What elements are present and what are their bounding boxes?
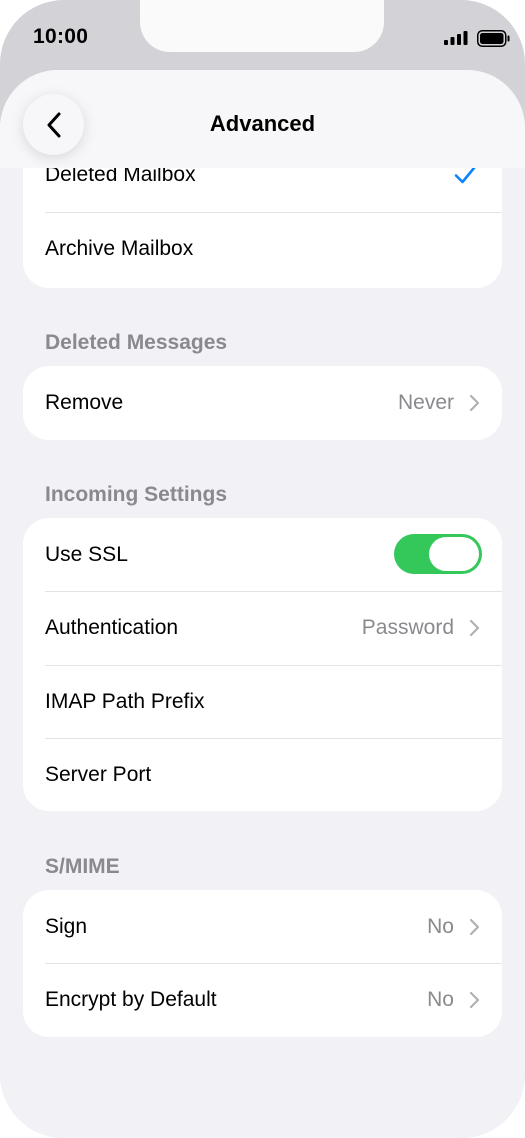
use-ssl-label: Use SSL [45, 543, 128, 566]
remove-value: Never [397, 391, 454, 414]
use-ssl-toggle[interactable] [394, 534, 482, 574]
encrypt-by-default-row[interactable]: Encrypt by Default No [23, 963, 502, 1037]
archive-mailbox-label: Archive Mailbox [45, 237, 194, 260]
smime-header: S/MIME [45, 855, 120, 878]
sign-value: No [427, 915, 454, 938]
server-port-row[interactable]: Server Port [23, 738, 502, 811]
deleted-messages-header: Deleted Messages [45, 331, 228, 354]
imap-path-prefix-label: IMAP Path Prefix [45, 690, 205, 713]
toggle-knob [429, 537, 479, 571]
authentication-row[interactable]: Authentication Password [23, 591, 502, 665]
remove-row[interactable]: Remove Never [23, 366, 502, 440]
settings-screen: Deleted Mailbox Archive Mailbox Deleted … [0, 70, 525, 1138]
encrypt-by-default-label: Encrypt by Default [45, 988, 217, 1011]
remove-label: Remove [45, 391, 124, 414]
device-frame: 10:00 Deleted Mailbox Archive Mailbox De… [0, 0, 525, 1138]
archive-mailbox-row[interactable]: Archive Mailbox [23, 212, 502, 286]
smime-group: Sign No Encrypt by Default No [23, 890, 502, 1037]
chevron-right-icon [469, 619, 480, 637]
cellular-signal-icon [444, 31, 468, 45]
authentication-label: Authentication [45, 616, 179, 639]
sign-label: Sign [45, 915, 88, 938]
page-title: Advanced [209, 111, 316, 136]
checkmark-icon [454, 166, 476, 184]
server-port-label: Server Port [45, 763, 152, 786]
chevron-right-icon [469, 991, 480, 1009]
use-ssl-row: Use SSL [23, 518, 502, 592]
chevron-right-icon [469, 394, 480, 412]
imap-path-prefix-row[interactable]: IMAP Path Prefix [23, 665, 502, 739]
navigation-bar: Advanced [0, 70, 525, 168]
incoming-settings-group: Use SSL Authentication Password IMAP Pat… [23, 518, 502, 811]
battery-icon [477, 30, 510, 47]
status-bar: 10:00 [0, 0, 525, 72]
notch [140, 0, 384, 52]
chevron-right-icon [469, 918, 480, 936]
authentication-value: Password [361, 616, 454, 639]
deleted-messages-group: Remove Never [23, 366, 502, 440]
status-time: 10:00 [33, 25, 89, 48]
incoming-settings-header: Incoming Settings [45, 483, 228, 506]
encrypt-by-default-value: No [427, 988, 454, 1011]
sign-row[interactable]: Sign No [23, 890, 502, 964]
